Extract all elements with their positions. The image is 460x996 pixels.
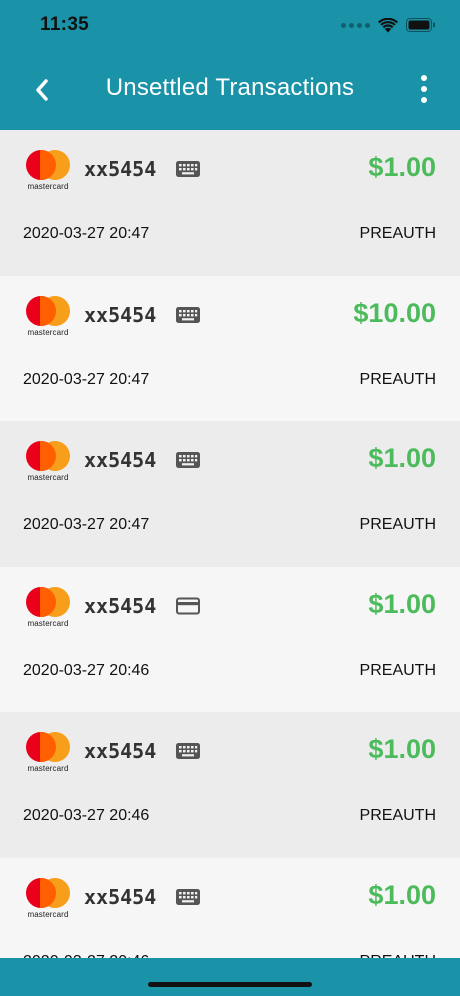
status-time: 11:35 (40, 14, 90, 35)
mastercard-logo-icon: mastercard (25, 732, 71, 773)
transaction-amount: $1.00 (368, 152, 436, 182)
card-brand-label: mastercard (27, 327, 69, 337)
card-number: xx5454 (84, 593, 157, 618)
bottom-bar (0, 958, 460, 996)
transaction-type: PREAUTH (359, 370, 436, 388)
transaction-amount: $1.00 (368, 734, 436, 764)
more-vertical-icon (421, 75, 427, 81)
card-brand-label: mastercard (27, 618, 69, 628)
transaction-type: PREAUTH (359, 807, 436, 824)
transaction-row[interactable]: mastercard xx5454 $1.00 2020-03-27 20:46 PRE… (0, 712, 460, 858)
mastercard-logo-icon: mastercard (25, 877, 71, 919)
transaction-datetime: 2020-03-27 20:46 (23, 807, 150, 824)
card-brand-label: mastercard (27, 764, 69, 773)
card-number: xx5454 (84, 448, 157, 472)
cellular-signal-icon (341, 22, 370, 28)
transaction-datetime: 2020-03-27 20:46 (23, 661, 150, 679)
keyboard-icon (176, 742, 200, 760)
status-bar: 11:35 (0, 0, 460, 52)
transaction-row[interactable]: mastercard xx5454 $10.00 2020-03-27 20:47 PR… (0, 275, 460, 421)
card-brand-label: mastercard (27, 182, 69, 191)
card-number: xx5454 (84, 739, 157, 763)
transaction-type: PREAUTH (359, 225, 436, 242)
transaction-row[interactable]: mastercard xx5454 $1.00 2020-03-27 20:47 PRE… (0, 421, 460, 567)
mastercard-logo-icon: mastercard (25, 441, 71, 482)
transaction-datetime: 2020-03-27 20:47 (23, 370, 150, 388)
wifi-icon (378, 17, 398, 32)
page-title: Unsettled Transactions (105, 74, 355, 101)
transaction-type: PREAUTH (359, 516, 436, 533)
transaction-amount: $1.00 (368, 443, 436, 473)
app-bar: 11:35 Unsettled Transactions (0, 0, 460, 130)
transaction-amount: $10.00 (353, 297, 436, 328)
transaction-type: PREAUTH (359, 661, 436, 679)
transaction-datetime: 2020-03-27 20:47 (23, 516, 150, 533)
keyboard-icon (176, 451, 200, 469)
transaction-amount: $1.00 (368, 588, 436, 619)
more-menu-button[interactable] (410, 68, 438, 110)
keyboard-icon (176, 160, 200, 178)
transaction-row[interactable]: mastercard xx5454 $1.00 2020-03-27 20:47 PRE… (0, 130, 460, 276)
home-indicator[interactable] (148, 982, 312, 987)
card-number: xx5454 (84, 302, 157, 327)
card-number: xx5454 (84, 157, 157, 181)
status-icons (341, 14, 436, 36)
keyboard-icon (176, 888, 200, 906)
transaction-row[interactable]: mastercard xx5454 $1.00 2020-03-27 20:46 PRE… (0, 566, 460, 712)
battery-icon (406, 18, 435, 32)
mastercard-logo-icon: mastercard (25, 150, 71, 191)
card-brand-label: mastercard (27, 473, 69, 482)
transaction-list: mastercard xx5454 $1.00 2020-03-27 20:47 PRE… (0, 130, 460, 996)
credit-card-icon (176, 597, 200, 615)
keyboard-icon (176, 306, 200, 324)
transaction-amount: $1.00 (368, 879, 436, 910)
transaction-datetime: 2020-03-27 20:47 (23, 225, 150, 242)
mastercard-logo-icon: mastercard (25, 586, 71, 628)
card-brand-label: mastercard (27, 909, 69, 919)
card-number: xx5454 (84, 884, 157, 909)
mastercard-logo-icon: mastercard (25, 295, 71, 337)
